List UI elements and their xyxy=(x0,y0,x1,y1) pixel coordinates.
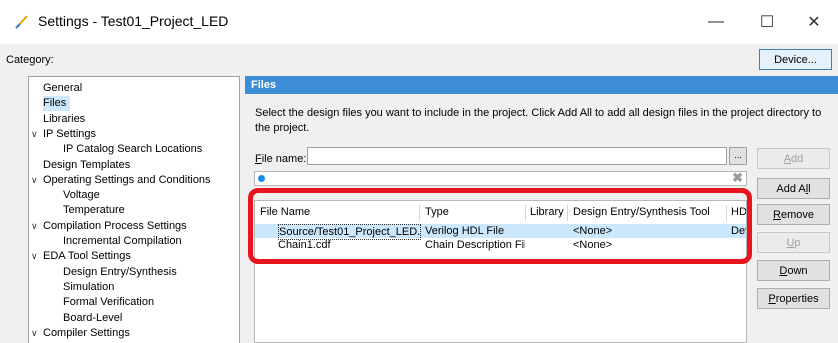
tree-item-label: Voltage xyxy=(63,189,100,202)
minimize-button[interactable]: — xyxy=(701,8,731,36)
tree-item-label: Design Entry/Synthesis xyxy=(63,265,177,278)
tree-item-label: Compilation Process Settings xyxy=(43,219,187,232)
tree-item-label: General xyxy=(43,82,83,94)
tree-item-label: Design Templates xyxy=(43,158,131,171)
tree-item[interactable]: Incremental Compilation xyxy=(63,234,182,249)
tree-item[interactable]: IP Catalog Search Locations xyxy=(63,142,202,157)
remove-button[interactable]: Remove xyxy=(757,204,830,225)
chevron-down-icon[interactable]: ∨ xyxy=(31,219,43,234)
tree-item[interactable]: Libraries xyxy=(43,112,85,127)
tree-item-label: Files xyxy=(43,97,67,110)
column-divider[interactable] xyxy=(567,205,568,221)
add-all-button[interactable]: Add All xyxy=(757,178,830,199)
window-title: Settings - Test01_Project_LED xyxy=(38,13,229,29)
title-bar: Settings - Test01_Project_LED — ☐ ✕ xyxy=(0,0,838,44)
tree-item-label: Temperature xyxy=(63,204,125,217)
properties-button[interactable]: Properties xyxy=(757,288,830,309)
column-header-file-name[interactable]: File Name xyxy=(260,206,310,218)
close-button[interactable]: ✕ xyxy=(799,8,829,36)
panel-description: Select the design files you want to incl… xyxy=(255,107,822,134)
table-row[interactable]: Source/Test01_Project_LED.v Verilog HDL … xyxy=(255,224,747,240)
category-label: Category: xyxy=(6,54,54,66)
tree-item[interactable]: Design Templates xyxy=(43,158,130,173)
tree-item-label: Board-Level xyxy=(63,311,123,324)
tree-item[interactable]: Files xyxy=(43,96,71,112)
settings-app-icon xyxy=(15,15,28,29)
chevron-down-icon[interactable]: ∨ xyxy=(31,127,43,142)
browse-button[interactable]: ... xyxy=(729,147,747,165)
column-divider[interactable] xyxy=(525,205,526,221)
tree-item[interactable]: ∨ Compilation Process Settings xyxy=(31,219,187,234)
tree-item[interactable]: Voltage xyxy=(63,188,100,203)
chevron-down-icon[interactable]: ∨ xyxy=(31,326,43,341)
tree-item-label: Incremental Compilation xyxy=(63,235,182,247)
tree-item[interactable]: Board-Level xyxy=(63,311,122,326)
cell-hd: Def xyxy=(731,225,747,237)
tree-item-label: Formal Verification xyxy=(63,296,155,309)
tree-item-label: Libraries xyxy=(43,112,86,125)
column-header-type[interactable]: Type xyxy=(425,206,449,218)
tree-item[interactable]: ∨ Operating Settings and Conditions xyxy=(31,173,211,188)
table-row[interactable]: Chain1.cdf Chain Description File <None> xyxy=(255,238,746,252)
tree-item[interactable]: Simulation xyxy=(63,280,114,295)
tree-item[interactable]: Formal Verification xyxy=(63,295,154,310)
column-divider[interactable] xyxy=(726,205,727,221)
down-button[interactable]: Down xyxy=(757,260,830,281)
tree-item-label: Operating Settings and Conditions xyxy=(43,173,211,186)
panel-header: Files xyxy=(245,76,838,94)
tree-item[interactable]: General xyxy=(43,81,82,96)
up-button[interactable]: Up xyxy=(757,232,830,253)
filter-indicator-icon xyxy=(258,175,265,182)
column-divider[interactable] xyxy=(419,205,420,221)
tree-item-label: Compiler Settings xyxy=(43,326,130,339)
tree-item[interactable]: Temperature xyxy=(63,203,125,218)
cell-tool: <None> xyxy=(573,239,613,251)
cell-file-name[interactable]: Chain1.cdf xyxy=(278,238,421,252)
tree-item[interactable]: ∨ EDA Tool Settings xyxy=(31,249,131,264)
category-tree[interactable]: General Files Libraries ∨ IP Settings IP Cata… xyxy=(28,76,240,343)
cell-tool: <None> xyxy=(573,225,613,237)
device-button[interactable]: Device... xyxy=(759,49,832,70)
tree-item-label: EDA Tool Settings xyxy=(43,250,131,263)
filter-bar[interactable]: ✖ xyxy=(254,170,747,186)
cell-type: Verilog HDL File xyxy=(425,225,505,237)
maximize-button[interactable]: ☐ xyxy=(752,8,782,36)
tree-item-label: Simulation xyxy=(63,280,115,293)
tree-item[interactable]: ∨ Compiler Settings xyxy=(31,326,130,341)
files-table[interactable]: File Name Type Library Design Entry/Synt… xyxy=(254,200,747,343)
file-name-input[interactable] xyxy=(307,147,727,165)
column-header-hd[interactable]: HD xyxy=(731,206,746,218)
column-header-tool[interactable]: Design Entry/Synthesis Tool xyxy=(573,206,710,218)
cell-type: Chain Description File xyxy=(425,239,525,251)
column-header-library[interactable]: Library xyxy=(530,206,564,218)
tree-item[interactable]: ∨ IP Settings xyxy=(31,127,96,142)
tree-item-label: IP Catalog Search Locations xyxy=(63,143,203,156)
add-button[interactable]: Add xyxy=(757,148,830,169)
chevron-down-icon[interactable]: ∨ xyxy=(31,173,43,188)
tree-item[interactable]: Design Entry/Synthesis xyxy=(63,265,177,280)
file-name-label: File name: xyxy=(255,153,307,165)
chevron-down-icon[interactable]: ∨ xyxy=(31,249,43,264)
tree-item-label: IP Settings xyxy=(43,127,96,140)
clear-filter-icon[interactable]: ✖ xyxy=(732,170,743,186)
